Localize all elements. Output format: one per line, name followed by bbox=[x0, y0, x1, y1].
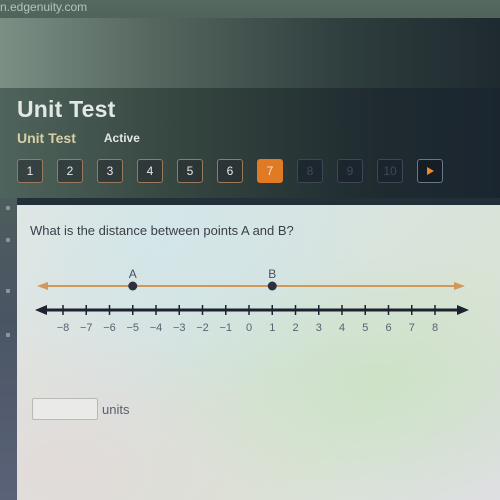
tick-label: 2 bbox=[292, 322, 298, 334]
ray-left-arrowhead bbox=[37, 282, 48, 290]
tick-label: 6 bbox=[385, 322, 391, 334]
question-button-7[interactable]: 7 bbox=[257, 159, 283, 183]
question-text: What is the distance between points A an… bbox=[30, 223, 294, 238]
number-line: −8 −7 −6 −5 −4 −3 −2 −1 0 1 2 3 4 5 6 7 8 A B bbox=[35, 267, 469, 334]
ray-line bbox=[37, 282, 465, 290]
rail-marker bbox=[6, 238, 10, 242]
point-a bbox=[128, 281, 138, 291]
question-button-10[interactable]: 10 bbox=[377, 159, 403, 183]
next-question-button[interactable] bbox=[417, 159, 443, 183]
tick-label: −7 bbox=[80, 322, 93, 334]
status-label: Active bbox=[103, 131, 140, 145]
question-button-6[interactable]: 6 bbox=[217, 159, 243, 183]
point-b bbox=[267, 281, 277, 291]
rail-marker bbox=[6, 289, 10, 293]
question-button-1[interactable]: 1 bbox=[17, 159, 43, 183]
question-button-9[interactable]: 9 bbox=[337, 159, 363, 183]
browser-url: n.edgenuity.com bbox=[0, 0, 88, 14]
header-background bbox=[0, 18, 500, 88]
tick-label: 1 bbox=[269, 322, 275, 334]
subtitle-row: Unit Test Active bbox=[17, 130, 140, 146]
tick-labels: −8 −7 −6 −5 −4 −3 −2 −1 0 1 2 3 4 5 6 7 8 bbox=[57, 322, 438, 334]
rail-marker bbox=[6, 206, 10, 210]
units-label: units bbox=[102, 401, 130, 417]
tick-label: 5 bbox=[362, 322, 368, 334]
question-navigation: 1 2 3 4 5 6 7 8 9 10 bbox=[17, 159, 457, 183]
test-subtitle: Unit Test bbox=[17, 130, 76, 146]
tick-label: −2 bbox=[196, 322, 209, 334]
ray-right-arrowhead bbox=[454, 282, 465, 290]
question-panel: What is the distance between points A an… bbox=[17, 205, 500, 500]
question-button-2[interactable]: 2 bbox=[57, 159, 83, 183]
question-button-4[interactable]: 4 bbox=[137, 159, 163, 183]
tick-label: −8 bbox=[57, 322, 70, 334]
tick-label: −4 bbox=[150, 322, 163, 334]
tick-label: 7 bbox=[409, 322, 415, 334]
tick-label: −6 bbox=[103, 322, 116, 334]
answer-input[interactable] bbox=[32, 398, 98, 420]
play-arrow-icon bbox=[427, 167, 434, 175]
axis-left-arrowhead bbox=[35, 305, 47, 315]
point-label-b: B bbox=[268, 267, 276, 281]
point-label-a: A bbox=[129, 267, 137, 281]
question-button-3[interactable]: 3 bbox=[97, 159, 123, 183]
tick-label: 4 bbox=[339, 322, 345, 334]
tick-label: 0 bbox=[246, 322, 252, 334]
tick-label: 3 bbox=[316, 322, 322, 334]
rail-marker bbox=[6, 333, 10, 337]
answer-row: units bbox=[32, 398, 129, 420]
tick-label: −3 bbox=[173, 322, 186, 334]
left-rail bbox=[0, 198, 17, 500]
axis-right-arrowhead bbox=[457, 305, 469, 315]
question-button-8[interactable]: 8 bbox=[297, 159, 323, 183]
page-title: Unit Test bbox=[17, 96, 116, 122]
tick-label: −1 bbox=[219, 322, 232, 334]
tick-label: −5 bbox=[126, 322, 139, 334]
number-line-axis bbox=[35, 305, 469, 315]
tick-label: 8 bbox=[432, 322, 438, 334]
question-button-5[interactable]: 5 bbox=[177, 159, 203, 183]
